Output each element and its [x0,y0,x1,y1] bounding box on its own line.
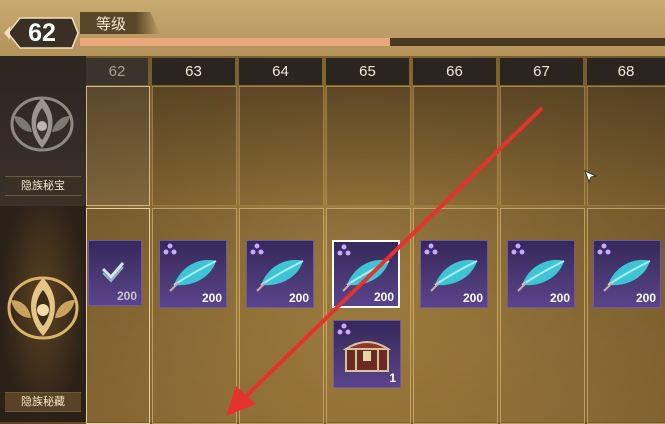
item-count: 200 [373,290,394,304]
reward-item-67[interactable]: 200 [507,240,575,308]
claimed-check-icon [101,262,125,283]
item-count: 200 [288,291,309,305]
level-number: 62 [28,19,56,47]
column-header-63: 63 [152,58,235,85]
level-header-row: 62 63 64 65 66 67 68 [86,58,665,85]
treasure-cell-65[interactable] [326,86,411,206]
level-progress-bar [80,38,665,46]
mouse-cursor-icon [584,170,598,184]
sidebar-section-treasure[interactable]: 隐族秘宝 [0,56,86,206]
level-progress-fill [80,38,391,46]
item-count: 200 [462,291,483,305]
item-count: 200 [549,291,570,305]
teal-feather-fish-icon [342,259,390,292]
column-header-62: 62 [86,58,148,85]
level-title: 等级 [96,16,127,33]
teal-feather-fish-icon [169,259,217,292]
rarity-icon [337,323,351,335]
reward-item-65-chest[interactable]: 1 [333,320,401,388]
column-header-67: 67 [500,58,583,85]
item-count: 1 [389,371,396,385]
treasure-cell-66[interactable] [413,86,498,206]
treasure-cell-63[interactable] [152,86,237,206]
reward-item-62[interactable]: 200 [88,240,142,306]
sidebar-label-treasure: 隐族秘宝 [5,176,81,196]
item-count: 200 [201,291,222,305]
item-count: 200 [116,289,137,303]
reward-item-64[interactable]: 200 [246,240,314,308]
reward-item-63[interactable]: 200 [159,240,227,308]
sidebar-label-secret-store: 隐族秘藏 [5,392,81,412]
reward-item-68[interactable]: 200 [593,240,661,308]
column-header-66: 66 [413,58,496,85]
treasure-chest-icon [342,341,392,372]
golden-lotus-emblem-icon [7,276,79,340]
teal-feather-fish-icon [430,259,478,292]
reward-item-65-selected[interactable]: 200 [332,240,400,308]
treasure-cell-64[interactable] [239,86,324,206]
teal-feather-fish-icon [256,259,304,292]
lotus-emblem-icon [10,96,74,152]
level-badge: 62 [4,14,80,52]
reward-item-66[interactable]: 200 [420,240,488,308]
teal-feather-fish-icon [603,259,651,292]
column-header-64: 64 [239,58,322,85]
item-count: 200 [635,291,656,305]
teal-feather-fish-icon [517,259,565,292]
treasure-cell-62[interactable] [86,86,150,206]
sidebar-section-secret-store[interactable]: 隐族秘藏 [0,206,86,422]
column-header-65: 65 [326,58,409,85]
column-header-68: 68 [587,58,665,85]
treasure-cell-67[interactable] [500,86,585,206]
treasure-cell-68[interactable] [587,86,665,206]
